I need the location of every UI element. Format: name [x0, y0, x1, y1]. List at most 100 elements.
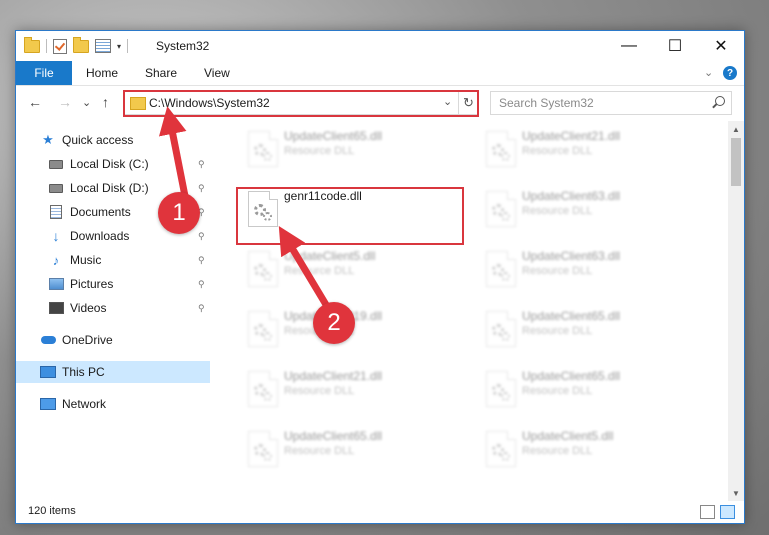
pin-icon[interactable]: ⚲ [198, 231, 205, 242]
new-folder-icon[interactable] [73, 36, 89, 53]
tab-share[interactable]: Share [145, 61, 177, 85]
file-name: UpdateClient21.dll [522, 129, 621, 143]
pin-icon[interactable]: ⚲ [198, 255, 205, 266]
quick-access-toolbar: ▾ [24, 36, 129, 54]
cloud-icon [40, 333, 56, 347]
help-icon[interactable]: ? [723, 66, 737, 80]
sidebar-item-this-pc[interactable]: This PC [16, 361, 210, 383]
file-name: UpdateClient65.dll [284, 129, 383, 143]
vertical-scrollbar[interactable]: ▲ ▼ [728, 121, 744, 501]
back-button[interactable]: ← [28, 94, 42, 110]
sidebar-item-quick-access[interactable]: ★ Quick access [16, 129, 210, 151]
sidebar-item-label: Music [70, 253, 102, 267]
file-name: UpdateClient63.dll [522, 189, 621, 203]
file-list: UpdateClient65.dll Resource DLL genr11co… [224, 121, 728, 501]
sidebar-item-label: Documents [70, 205, 131, 219]
file-name: UpdateClient65.dll [522, 369, 621, 383]
folder-icon [24, 36, 40, 53]
file-type: Resource DLL [522, 265, 593, 277]
pin-icon[interactable]: ⚲ [198, 159, 205, 170]
customize-toolbar-caret-icon[interactable]: ▾ [117, 42, 121, 51]
pin-icon[interactable]: ⚲ [198, 183, 205, 194]
file-item[interactable]: UpdateClient65.dll Resource DLL [474, 305, 704, 355]
drive-icon [48, 157, 64, 171]
scroll-up-icon[interactable]: ▲ [728, 121, 744, 137]
computer-icon [40, 365, 56, 379]
tab-view[interactable]: View [204, 61, 230, 85]
file-type: Resource DLL [284, 445, 355, 457]
file-type: Resource DLL [522, 325, 593, 337]
file-item[interactable]: UpdateClient63.dll Resource DLL [474, 245, 704, 295]
dll-file-icon [486, 311, 516, 347]
pictures-icon [48, 277, 64, 291]
file-type: Resource DLL [522, 445, 593, 457]
file-highlight [236, 187, 464, 245]
scrollbar-thumb[interactable] [731, 138, 741, 186]
sidebar-item-label: Network [62, 397, 107, 411]
sidebar-item-label: Downloads [70, 229, 130, 243]
toolbar-divider [127, 39, 129, 53]
scroll-down-icon[interactable]: ▼ [728, 485, 744, 501]
properties-check-icon[interactable] [53, 38, 67, 54]
sidebar-item-label: Pictures [70, 277, 114, 291]
minimize-button[interactable]: — [606, 31, 652, 61]
toolbar-divider [46, 39, 47, 53]
file-item[interactable]: UpdateClient65.dll Resource DLL [236, 125, 466, 175]
dll-file-icon [486, 431, 516, 467]
file-type: Resource DLL [522, 205, 593, 217]
file-item[interactable]: UpdateClient21.dll Resource DLL [474, 125, 704, 175]
tab-home[interactable]: Home [86, 61, 118, 85]
search-icon[interactable] [715, 96, 725, 106]
pin-icon[interactable]: ⚲ [198, 303, 205, 314]
step-1-badge: 1 [158, 192, 200, 234]
file-item[interactable]: UpdateClient5.dll Resource DLL [236, 245, 466, 295]
dll-file-icon [248, 371, 278, 407]
sidebar-item-local-disk-c[interactable]: Local Disk (C:) ⚲ [16, 153, 210, 175]
dll-file-icon [486, 371, 516, 407]
details-view-icon[interactable] [700, 505, 715, 519]
properties-icon[interactable] [95, 39, 111, 53]
file-type: Resource DLL [284, 265, 355, 277]
maximize-button[interactable]: ☐ [652, 31, 698, 61]
file-name: UpdateClient65.dll [522, 309, 621, 323]
window-title: System32 [156, 39, 210, 53]
item-count: 120 items [28, 505, 76, 517]
sidebar-item-pictures[interactable]: Pictures ⚲ [16, 273, 210, 295]
file-item[interactable]: UpdateClient65.dll Resource DLL [236, 425, 466, 475]
tab-file[interactable]: File [16, 61, 72, 85]
file-item[interactable]: UpdateClient21.dll Resource DLL [236, 365, 466, 415]
sidebar-item-label: Quick access [62, 133, 134, 147]
file-name: UpdateClient21.dll [284, 369, 383, 383]
downloads-icon: ↓ [52, 228, 60, 244]
close-button[interactable]: ✕ [698, 31, 744, 61]
up-button[interactable]: ↑ [102, 94, 109, 110]
forward-button[interactable]: → [58, 94, 72, 110]
large-icons-view-icon[interactable] [720, 505, 735, 519]
status-bar: 120 items [16, 501, 744, 523]
search-input[interactable]: Search System32 [490, 91, 732, 115]
dll-file-icon [486, 131, 516, 167]
sidebar-item-network[interactable]: Network [16, 393, 210, 415]
navigation-pane: ★ Quick access Local Disk (C:) ⚲ Local D… [16, 121, 210, 501]
search-placeholder: Search System32 [499, 96, 594, 110]
sidebar-item-label: OneDrive [62, 333, 113, 347]
music-icon: ♪ [52, 252, 60, 268]
documents-icon [48, 205, 64, 219]
star-icon: ★ [42, 132, 54, 147]
file-name: UpdateClient65.dll [284, 429, 383, 443]
pin-icon[interactable]: ⚲ [198, 279, 205, 290]
file-item[interactable]: UpdateClient65.dll Resource DLL [474, 365, 704, 415]
dll-file-icon [486, 191, 516, 227]
network-icon [40, 397, 56, 411]
sidebar-item-onedrive[interactable]: OneDrive [16, 329, 210, 351]
step-2-badge: 2 [313, 302, 355, 344]
sidebar-item-music[interactable]: ♪ Music ⚲ [16, 249, 210, 271]
expand-ribbon-icon[interactable]: ⌄ [704, 66, 713, 79]
file-item[interactable]: UpdateClient5.dll Resource DLL [474, 425, 704, 475]
sidebar-item-videos[interactable]: Videos ⚲ [16, 297, 210, 319]
sidebar-item-label: Videos [70, 301, 107, 315]
recent-locations-button[interactable]: ⌄ [82, 96, 91, 109]
drive-icon [48, 181, 64, 195]
sidebar-item-label: Local Disk (C:) [70, 157, 149, 171]
file-item[interactable]: UpdateClient63.dll Resource DLL [474, 185, 704, 235]
